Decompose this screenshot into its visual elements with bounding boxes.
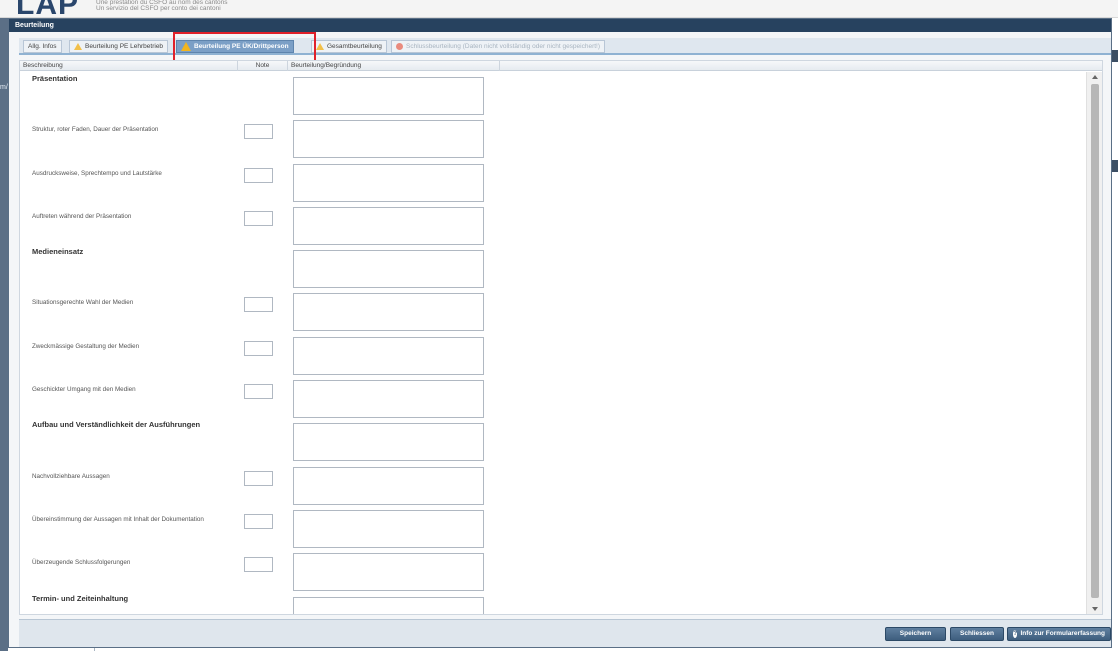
note-input[interactable]: [244, 513, 273, 529]
tab-overall-assessment[interactable]: Gesamtbeurteilung: [311, 40, 387, 53]
note-input[interactable]: [244, 297, 273, 313]
tab-label: Gesamtbeurteilung: [327, 43, 382, 50]
table-row: Situationsgerechte Wahl der Medien: [20, 288, 1082, 332]
table-row: Medieneinsatz: [20, 245, 1082, 289]
warning-icon: [74, 43, 82, 50]
criterion-label: Auftreten während der Präsentation: [32, 212, 132, 220]
section-heading: Medieneinsatz: [32, 247, 84, 257]
note-input[interactable]: [244, 124, 273, 140]
assessment-textarea[interactable]: [293, 293, 484, 332]
app-left-strip: [0, 18, 8, 651]
assessment-textarea[interactable]: [293, 596, 484, 614]
vertical-scrollbar[interactable]: [1086, 72, 1102, 614]
table-row: Nachvollziehbare Aussagen: [20, 462, 1082, 505]
assessment-textarea[interactable]: [293, 77, 484, 115]
warning-icon: [316, 43, 324, 50]
assessment-textarea[interactable]: [293, 423, 484, 462]
assessment-textarea[interactable]: [293, 466, 484, 505]
note-input[interactable]: [244, 167, 273, 183]
column-header-empty: [500, 61, 1102, 71]
grid-header: Beschreibung Note Beurteilung/Begründung: [20, 61, 1102, 71]
assessment-textarea[interactable]: [293, 509, 484, 548]
tagline-line: Un servizio del CSFO per conto dei canto…: [96, 5, 221, 12]
dialog-footer: Speichern Schliessen ? Info zur Formular…: [19, 619, 1111, 647]
criterion-label: Übereinstimmung der Aussagen mit Inhalt …: [32, 515, 204, 523]
criterion-label: Überzeugende Schlussfolgerungen: [32, 559, 131, 567]
table-row: Auftreten während der Präsentation: [20, 202, 1082, 245]
close-button[interactable]: Schliessen: [950, 627, 1004, 641]
criterion-label: Geschickter Umgang mit den Medien: [32, 386, 136, 394]
app-right-mark: [1112, 50, 1118, 62]
tab-label: Allg. Infos: [28, 43, 57, 50]
section-heading: Termin- und Zeiteinhaltung: [32, 593, 129, 603]
scroll-down-icon[interactable]: [1092, 607, 1098, 611]
note-input[interactable]: [244, 340, 273, 356]
assessment-textarea[interactable]: [293, 120, 484, 159]
column-header-assessment[interactable]: Beurteilung/Begründung: [288, 61, 500, 71]
highlight-frame: [173, 32, 316, 62]
assessment-textarea[interactable]: [293, 336, 484, 375]
form-info-button-label: Info zur Formularerfassung: [1020, 630, 1105, 637]
assessment-grid: Beschreibung Note Beurteilung/Begründung…: [19, 60, 1103, 615]
table-row: Termin- und Zeiteinhaltung: [20, 592, 1082, 614]
save-button-label: Speichern: [899, 630, 932, 637]
tab-label: Schlussbeurteilung (Daten nicht vollstän…: [406, 43, 601, 50]
criterion-label: Nachvollziehbare Aussagen: [32, 472, 110, 480]
scroll-up-icon[interactable]: [1092, 75, 1098, 79]
note-input[interactable]: [244, 384, 273, 400]
dialog-title[interactable]: Beurteilung: [9, 19, 1111, 32]
table-row: Geschickter Umgang mit den Medien: [20, 375, 1082, 419]
table-row: Zweckmässige Gestaltung der Medien: [20, 332, 1082, 375]
table-row: Struktur, roter Faden, Dauer der Präsent…: [20, 115, 1082, 159]
save-button[interactable]: Speichern: [885, 627, 946, 641]
table-row: Übereinstimmung der Aussagen mit Inhalt …: [20, 505, 1082, 548]
note-input[interactable]: [244, 470, 273, 486]
criterion-label: Situationsgerechte Wahl der Medien: [32, 299, 134, 307]
assessment-textarea[interactable]: [293, 206, 484, 245]
section-heading: Aufbau und Verständlichkeit der Ausführu…: [32, 420, 201, 430]
table-row: Ausdrucksweise, Sprechtempo und Lautstär…: [20, 159, 1082, 202]
grid-rows: Präsentation Struktur, roter Faden, Dauer…: [20, 72, 1082, 614]
assessment-textarea[interactable]: [293, 163, 484, 202]
table-row: Präsentation: [20, 72, 1082, 115]
close-button-label: Schliessen: [960, 630, 994, 637]
tab-assessment-company[interactable]: Beurteilung PE Lehrbetrieb: [69, 40, 169, 53]
note-input[interactable]: [244, 557, 273, 573]
table-row: Aufbau und Verständlichkeit der Ausführu…: [20, 418, 1082, 462]
assessment-textarea[interactable]: [293, 250, 484, 289]
table-row: Überzeugende Schlussfolgerungen: [20, 548, 1082, 592]
app-right-strip: [1112, 18, 1118, 651]
app-header: LAP Une prestation du CSFO au nom des ca…: [0, 0, 1118, 21]
assessment-textarea[interactable]: [293, 553, 484, 592]
section-heading: Präsentation: [32, 74, 78, 83]
tab-label: Beurteilung PE Lehrbetrieb: [85, 43, 164, 50]
criterion-label: Ausdrucksweise, Sprechtempo und Lautstär…: [32, 169, 162, 177]
column-header-description[interactable]: Beschreibung: [20, 61, 238, 71]
criterion-label: Zweckmässige Gestaltung der Medien: [32, 342, 140, 350]
criterion-label: Struktur, roter Faden, Dauer der Präsent…: [32, 126, 159, 134]
assessment-textarea[interactable]: [293, 380, 484, 419]
scroll-thumb[interactable]: [1091, 84, 1099, 598]
note-input[interactable]: [244, 210, 273, 226]
help-icon: ?: [1013, 630, 1018, 638]
form-info-button[interactable]: ? Info zur Formularerfassung: [1007, 627, 1111, 641]
app-tagline: Une prestation du CSFO au nom des canton…: [96, 0, 228, 12]
error-icon: [396, 43, 403, 50]
tab-final-assessment[interactable]: Schlussbeurteilung (Daten nicht vollstän…: [391, 40, 606, 53]
column-header-note[interactable]: Note: [238, 61, 288, 71]
app-right-mark: [1112, 160, 1118, 172]
tab-general-info[interactable]: Allg. Infos: [23, 40, 62, 53]
